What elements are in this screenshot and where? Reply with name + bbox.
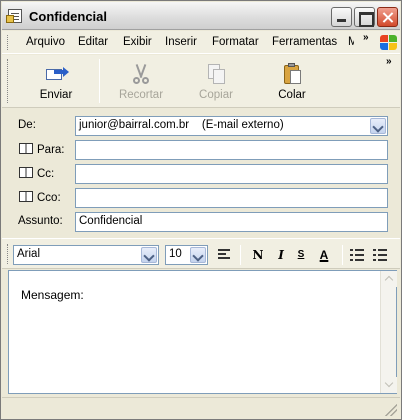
menu-mensagem[interactable]: M bbox=[348, 36, 354, 48]
font-dropdown-arrow-icon[interactable] bbox=[141, 247, 157, 263]
title-bar[interactable]: Confidencial bbox=[2, 2, 400, 30]
window-title: Confidencial bbox=[29, 9, 108, 24]
to-input[interactable] bbox=[75, 140, 388, 160]
formatting-toolbar: Arial 10 N I S A bbox=[2, 238, 400, 269]
bcc-label: Cco: bbox=[37, 192, 61, 204]
address-book-icon bbox=[19, 191, 33, 202]
standard-toolbar: Enviar Recortar Copiar Colar » bbox=[2, 55, 400, 108]
font-size-select[interactable]: 10 bbox=[165, 245, 208, 265]
format-separator bbox=[240, 245, 241, 265]
to-row: Para: bbox=[2, 140, 400, 160]
close-button[interactable] bbox=[377, 7, 398, 27]
italic-button[interactable]: I bbox=[272, 246, 290, 264]
windows-logo-icon bbox=[380, 35, 398, 52]
vertical-scrollbar[interactable] bbox=[380, 271, 397, 393]
status-bar bbox=[2, 397, 400, 419]
paste-button[interactable]: Colar bbox=[252, 59, 332, 105]
numbered-list-button[interactable] bbox=[348, 246, 366, 264]
from-value: junior@bairral.com.br (E-mail externo) bbox=[79, 119, 284, 131]
font-color-button[interactable]: A bbox=[315, 246, 333, 264]
menu-editar[interactable]: Editar bbox=[78, 36, 108, 48]
menu-ferramentas[interactable]: Ferramentas bbox=[272, 36, 337, 48]
paste-label: Colar bbox=[278, 89, 306, 101]
menu-arquivo[interactable]: Arquivo bbox=[26, 36, 65, 48]
message-icon bbox=[6, 9, 22, 23]
from-label: De: bbox=[18, 119, 36, 131]
message-header-fields: De: junior@bairral.com.br (E-mail extern… bbox=[2, 109, 400, 237]
format-toolbar-grip[interactable] bbox=[7, 244, 10, 264]
size-dropdown-arrow-icon[interactable] bbox=[190, 247, 206, 263]
font-size-value: 10 bbox=[169, 248, 182, 260]
subject-input[interactable]: Confidencial bbox=[75, 212, 388, 232]
paragraph-style-button[interactable] bbox=[215, 246, 233, 264]
scroll-down-arrow-icon[interactable] bbox=[381, 377, 397, 393]
minimize-button[interactable] bbox=[331, 7, 352, 27]
cc-label: Cc: bbox=[37, 168, 55, 180]
menu-overflow-chevron-icon[interactable]: » bbox=[363, 32, 368, 43]
cut-button[interactable]: Recortar bbox=[101, 59, 181, 105]
clipboard-icon bbox=[281, 63, 303, 85]
copy-label: Copiar bbox=[199, 89, 233, 101]
cut-label: Recortar bbox=[118, 89, 164, 101]
send-button[interactable]: Enviar bbox=[16, 59, 96, 105]
to-label: Para: bbox=[37, 144, 65, 156]
compose-window: Confidencial Arquivo Editar Exibir Inser… bbox=[0, 0, 402, 420]
bcc-row: Cco: bbox=[2, 188, 400, 208]
scroll-up-arrow-icon[interactable] bbox=[381, 271, 397, 287]
menu-grip[interactable] bbox=[7, 35, 10, 50]
bcc-address-book-button[interactable]: Cco: bbox=[19, 191, 61, 204]
send-icon bbox=[45, 63, 69, 85]
copy-button[interactable]: Copiar bbox=[176, 59, 256, 105]
from-row: De: junior@bairral.com.br (E-mail extern… bbox=[2, 116, 400, 136]
bcc-input[interactable] bbox=[75, 188, 388, 208]
format-separator bbox=[342, 245, 343, 265]
from-dropdown-arrow-icon[interactable] bbox=[370, 118, 386, 134]
cc-input[interactable] bbox=[75, 164, 388, 184]
toolbar-grip[interactable] bbox=[7, 59, 10, 103]
message-body-editor[interactable]: Mensagem: bbox=[8, 270, 397, 394]
toolbar-overflow-chevron-icon[interactable]: » bbox=[386, 56, 391, 67]
to-address-book-button[interactable]: Para: bbox=[19, 143, 65, 156]
from-select[interactable]: junior@bairral.com.br (E-mail externo) bbox=[75, 116, 388, 136]
copy-icon bbox=[205, 63, 227, 85]
cc-row: Cc: bbox=[2, 164, 400, 184]
bullet-list-icon bbox=[373, 249, 387, 261]
paragraph-style-icon bbox=[217, 249, 231, 261]
menu-exibir[interactable]: Exibir bbox=[123, 36, 152, 48]
maximize-button[interactable] bbox=[354, 7, 375, 27]
numbered-list-icon bbox=[350, 249, 364, 261]
toolbar-separator bbox=[99, 59, 100, 103]
subject-row: Assunto: Confidencial bbox=[2, 212, 400, 232]
menu-formatar[interactable]: Formatar bbox=[212, 36, 259, 48]
bold-button[interactable]: N bbox=[249, 246, 267, 264]
resize-grip-icon[interactable] bbox=[385, 404, 397, 416]
underline-button[interactable]: S bbox=[292, 246, 310, 264]
address-book-icon bbox=[19, 167, 33, 178]
menu-inserir[interactable]: Inserir bbox=[165, 36, 197, 48]
bullet-list-button[interactable] bbox=[371, 246, 389, 264]
address-book-icon bbox=[19, 143, 33, 154]
cc-address-book-button[interactable]: Cc: bbox=[19, 167, 54, 180]
message-body-text: Mensagem: bbox=[21, 288, 84, 302]
subject-label: Assunto: bbox=[18, 215, 63, 227]
menu-bar: Arquivo Editar Exibir Inserir Formatar F… bbox=[2, 31, 400, 54]
scissors-icon bbox=[130, 63, 152, 85]
font-name-select[interactable]: Arial bbox=[13, 245, 159, 265]
send-label: Enviar bbox=[39, 89, 73, 101]
font-name-value: Arial bbox=[17, 248, 41, 260]
